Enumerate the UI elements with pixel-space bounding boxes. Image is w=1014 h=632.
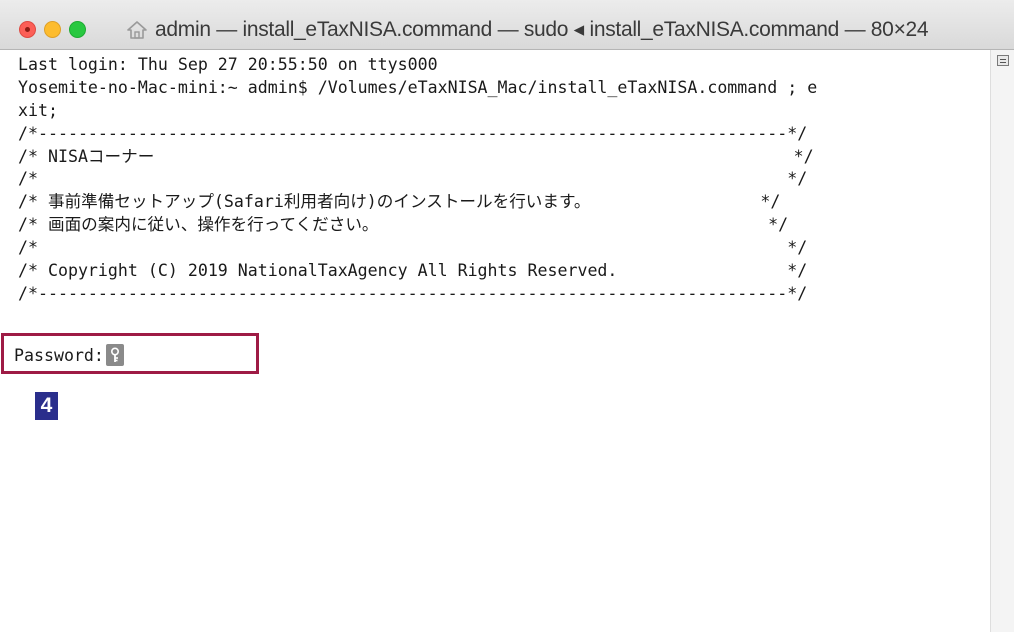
minimize-button[interactable] <box>44 21 61 38</box>
window-titlebar[interactable]: admin — install_eTaxNISA.command — sudo … <box>0 0 1014 50</box>
close-button[interactable] <box>19 21 36 38</box>
terminal-line: /* Copyright (C) 2019 NationalTaxAgency … <box>18 261 808 281</box>
zoom-button[interactable] <box>69 21 86 38</box>
terminal-line: Yosemite-no-Mac-mini:~ admin$ /Volumes/e… <box>18 77 818 97</box>
key-icon <box>105 344 124 366</box>
terminal-line: xit; <box>18 100 58 120</box>
home-icon <box>126 19 148 41</box>
terminal-line: /* 画面の案内に従い、操作を行ってください。 */ <box>18 215 789 235</box>
terminal-lines: Last login: Thu Sep 27 20:55:50 on ttys0… <box>18 54 817 306</box>
password-prompt-label: Password: <box>14 345 104 365</box>
terminal-line: /* 事前準備セットアップ(Safari利用者向け)のインストールを行います。 … <box>18 192 781 212</box>
step-number-badge: 4 <box>35 392 58 420</box>
terminal-line: /* */ <box>18 169 808 189</box>
password-prompt-row[interactable]: Password: <box>14 344 124 366</box>
terminal-line: /* */ <box>18 238 808 258</box>
window-title: admin — install_eTaxNISA.command — sudo … <box>155 18 929 41</box>
split-pane-icon[interactable] <box>997 55 1009 66</box>
terminal-line: /*--------------------------------------… <box>18 283 808 303</box>
scrollbar[interactable] <box>990 50 1014 632</box>
terminal-line: Last login: Thu Sep 27 20:55:50 on ttys0… <box>18 55 438 74</box>
terminal-output[interactable]: Last login: Thu Sep 27 20:55:50 on ttys0… <box>0 50 990 632</box>
terminal-line: /*--------------------------------------… <box>18 123 808 143</box>
terminal-line: /* NISAコーナー */ <box>18 146 814 166</box>
